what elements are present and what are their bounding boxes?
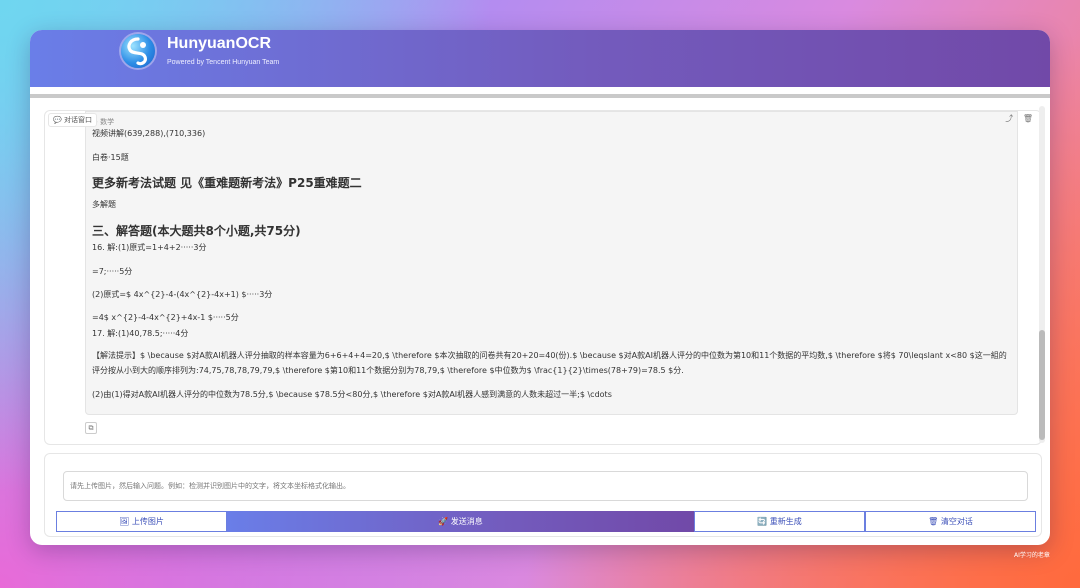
chat-window-label: 💬 对话窗口: [48, 113, 97, 127]
copy-icon[interactable]: ⧉: [85, 422, 97, 434]
message-line: (2)由(1)得对A款AI机器人评分的中位数为78.5分,$ \because …: [92, 390, 612, 399]
assistant-message: ⊙ 数学 视频讲解(639,288),(710,336) 白卷·15题 更多新考…: [85, 111, 1018, 415]
upload-image-button[interactable]: 🖼 上传图片: [56, 511, 227, 532]
scrollbar-thumb[interactable]: [1039, 330, 1045, 440]
message-heading: 更多新考法试题 见《重难题新考法》P25重难题二: [92, 176, 362, 190]
send-message-button[interactable]: 🚀 发送消息: [227, 511, 694, 532]
share-icon[interactable]: ⤴: [1005, 114, 1013, 123]
message-paragraph: 【解法提示】$ \because $对A款AI机器人评分抽取的样本容量为6+6+…: [92, 351, 1007, 375]
horizontal-scrollbar[interactable]: [30, 94, 1050, 98]
chat-actions: ⤴ 🗑: [998, 113, 1033, 124]
app-subtitle: Powered by Tencent Hunyuan Team: [167, 59, 280, 66]
hunyuan-logo-icon: [121, 34, 155, 68]
question-input[interactable]: [63, 471, 1028, 501]
message-line: 多解题: [92, 200, 116, 209]
chat-window: ⊙ 数学 视频讲解(639,288),(710,336) 白卷·15题 更多新考…: [44, 110, 1042, 445]
message-line: (2)原式=$ 4x^{2}-4-(4x^{2}-4x+1) $·····3分: [92, 290, 273, 299]
app-window: HunyuanOCR Powered by Tencent Hunyuan Te…: [30, 30, 1050, 545]
trash-icon[interactable]: 🗑: [1023, 114, 1033, 123]
message-heading: 三、解答题(本大题共8个小题,共75分): [92, 224, 301, 238]
message-line: =4$ x^{2}-4-4x^{2}+4x-1 $·····5分: [92, 313, 239, 322]
app-header: HunyuanOCR Powered by Tencent Hunyuan Te…: [30, 30, 1050, 87]
app-title: HunyuanOCR: [167, 35, 271, 52]
watermark: AI学习的老章: [1014, 552, 1050, 559]
regenerate-button[interactable]: 🔄 重新生成: [694, 511, 865, 532]
message-line: 视频讲解(639,288),(710,336): [92, 129, 206, 138]
message-line: 白卷·15题: [92, 153, 129, 162]
message-line: 17. 解:(1)40,78.5;·····4分: [92, 329, 189, 338]
message-line: 16. 解:(1)原式=1+4+2·····3分: [92, 243, 207, 252]
clear-chat-button[interactable]: 🗑 清空对话: [865, 511, 1036, 532]
input-panel: 🖼 上传图片 🚀 发送消息 🔄 重新生成 🗑 清空对话: [44, 453, 1042, 537]
chat-scrollbar[interactable]: [1039, 106, 1045, 443]
message-line: =7;·····5分: [92, 267, 133, 276]
